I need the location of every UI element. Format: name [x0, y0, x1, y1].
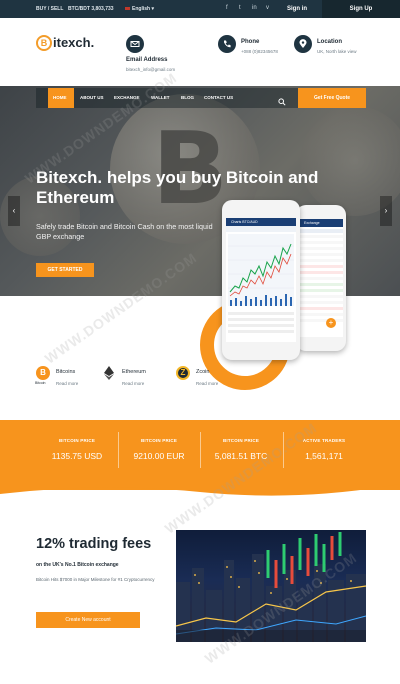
- read-more-link[interactable]: Read more: [122, 381, 144, 386]
- chart-screen: Charts BTC/AUD: [226, 218, 296, 342]
- sign-in-button[interactable]: Sign in: [272, 0, 322, 18]
- nav-home[interactable]: HOME: [53, 95, 67, 100]
- currency-name: Zcoin: [196, 369, 210, 375]
- email-label: Email Address: [126, 57, 168, 63]
- nav-about-us[interactable]: ABOUT US: [80, 95, 104, 100]
- nav-blog[interactable]: BLOG: [181, 95, 194, 100]
- stat-value: 9210.00 EUR: [133, 451, 185, 461]
- phone-back-mockup: Exchange: [296, 205, 346, 351]
- price-chart-graphic: [226, 226, 296, 333]
- ethereum-icon: [102, 366, 116, 380]
- stat-label: BITCOIN PRICE: [140, 438, 178, 443]
- facebook-icon[interactable]: f: [226, 5, 228, 11]
- read-more-link[interactable]: Read more: [56, 381, 78, 386]
- language-selector[interactable]: English ▾: [125, 6, 154, 12]
- phone-label: Phone: [241, 39, 260, 45]
- flag-icon: [125, 7, 130, 11]
- buy-sell-link[interactable]: BUY / SELL: [36, 6, 63, 12]
- create-account-button[interactable]: Create New account: [36, 612, 140, 628]
- read-more-link[interactable]: Read more: [196, 381, 218, 386]
- sign-up-button[interactable]: Sign Up: [322, 0, 400, 18]
- exchange-table-graphic: [299, 229, 343, 322]
- stat-label: BITCOIN PRICE: [58, 438, 96, 443]
- fees-subtitle: on the UK's No.1 Bitcoin exchange: [36, 562, 119, 568]
- exchange-screen-title: Exchange: [299, 219, 343, 227]
- free-quote-button[interactable]: Get Free Quote: [298, 88, 366, 108]
- city-chart-image: [176, 530, 366, 642]
- hero-subtitle: Safely trade Bitcoin and Bitcoin Cash on…: [36, 222, 213, 241]
- vimeo-icon[interactable]: v: [266, 5, 269, 11]
- linkedin-icon[interactable]: in: [252, 5, 257, 11]
- stat-value: 1,561,171: [305, 451, 343, 461]
- phone-front-mockup: Charts BTC/AUD: [222, 200, 300, 360]
- nav-contact-us[interactable]: CONTACT US: [204, 95, 233, 100]
- stat-item: BITCOIN PRICE 9210.00 EUR: [118, 438, 200, 461]
- logo-icon[interactable]: B: [36, 35, 52, 51]
- location-icon: [294, 35, 312, 53]
- phone-value[interactable]: +088 (0)82345678: [241, 49, 278, 54]
- search-icon[interactable]: [278, 93, 286, 111]
- top-bar: BUY / SELL BTC/BDT 3,803,733 English ▾ f…: [0, 0, 400, 18]
- stat-item: BITCOIN PRICE 1135.75 USD: [36, 438, 118, 461]
- slider-next-icon[interactable]: ›: [380, 196, 392, 226]
- language-label: English: [132, 6, 151, 12]
- location-value: UK, North lake view: [317, 49, 357, 54]
- currency-name: Bitcoins: [56, 369, 76, 375]
- get-started-button[interactable]: GET STARTED: [36, 263, 94, 277]
- twitter-icon[interactable]: t: [239, 5, 241, 11]
- fees-description: Bitcoin Hits $7000 in Major Milestone fo…: [36, 577, 155, 582]
- currency-name: Ethereum: [122, 369, 146, 375]
- logo-text[interactable]: itexch.: [53, 35, 94, 50]
- fees-title: 12% trading fees: [36, 536, 152, 552]
- slider-prev-icon[interactable]: ‹: [8, 196, 20, 226]
- bitcoin-icon: B: [36, 366, 50, 380]
- add-icon[interactable]: +: [326, 318, 336, 328]
- btc-rate: BTC/BDT 3,803,733: [68, 6, 114, 12]
- exchange-screen: Exchange: [299, 219, 343, 337]
- stat-value: 1135.75 USD: [51, 451, 103, 461]
- zcoin-icon: Z: [176, 366, 190, 380]
- location-label: Location: [317, 39, 342, 45]
- email-icon: [126, 35, 144, 53]
- bitcoin-icon-caption: Bitcoin: [35, 381, 46, 385]
- chart-screen-title: Charts BTC/AUD: [226, 218, 296, 226]
- phone-icon: [218, 35, 236, 53]
- city-skyline-graphic: [176, 532, 366, 642]
- stat-label: BITCOIN PRICE: [222, 438, 260, 443]
